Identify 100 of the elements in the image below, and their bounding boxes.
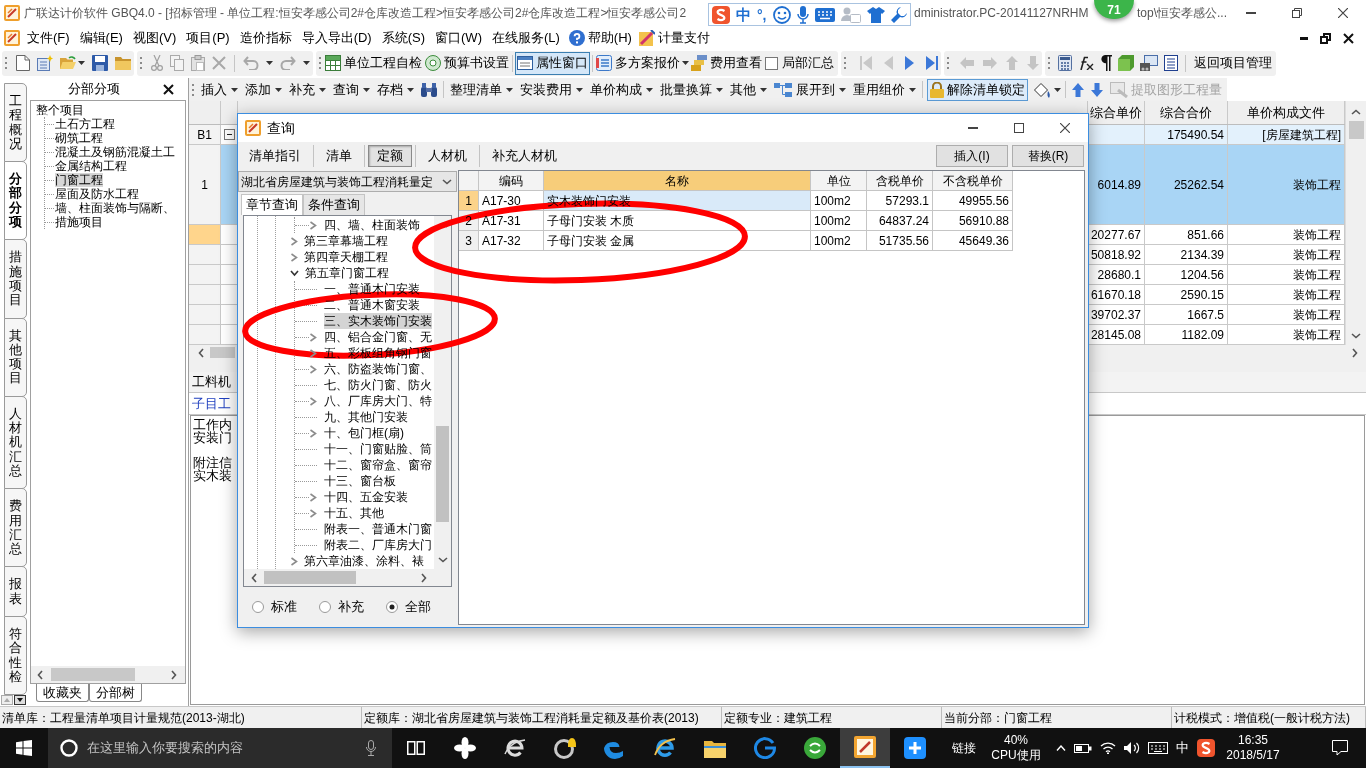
scroll-down-icon[interactable]: [1351, 333, 1361, 339]
radio-option[interactable]: 全部: [386, 597, 431, 617]
table-cell[interactable]: A17-31: [482, 213, 521, 228]
tree-item[interactable]: 十一、门窗贴脸、筒: [324, 441, 432, 457]
panel-tab[interactable]: 工料机: [192, 372, 231, 392]
chevron-right-icon[interactable]: [290, 252, 298, 262]
tree-item[interactable]: 十四、五金安装: [324, 489, 408, 505]
tab[interactable]: 清单指引: [240, 145, 310, 167]
menu-item[interactable]: 窗口(W): [431, 28, 486, 48]
tree-item[interactable]: 第三章幕墙工程: [304, 233, 388, 249]
paste-icon[interactable]: [191, 55, 205, 71]
panel-tab[interactable]: 分部树: [89, 684, 142, 702]
row-header[interactable]: B1: [189, 125, 221, 145]
restore-icon[interactable]: [1292, 8, 1302, 18]
dropdown-button[interactable]: 重用组价: [851, 79, 918, 100]
display-icon[interactable]: [1140, 55, 1158, 71]
app-menu-icon[interactable]: [4, 30, 20, 46]
horizontal-scrollbar[interactable]: [31, 666, 185, 683]
chevron-up-icon[interactable]: [1056, 745, 1066, 751]
menu-item[interactable]: 造价指标: [235, 28, 296, 48]
property-window-button[interactable]: 属性窗口: [515, 51, 590, 75]
grip-handle-icon[interactable]: [140, 56, 142, 70]
radio-option[interactable]: 补充: [319, 597, 364, 617]
budget-settings-button[interactable]: 预算书设置: [424, 51, 510, 75]
chevron-down-icon[interactable]: [290, 269, 299, 277]
collapse-icon[interactable]: [223, 129, 235, 140]
caret-icon[interactable]: [303, 61, 310, 65]
tab[interactable]: 清单: [317, 145, 361, 167]
next-icon[interactable]: [905, 56, 914, 70]
list-icon[interactable]: [1164, 55, 1178, 71]
restore-icon[interactable]: [1320, 32, 1331, 44]
vertical-scrollbar[interactable]: [434, 216, 451, 569]
chevron-right-icon[interactable]: [309, 428, 317, 438]
shirt-icon[interactable]: [866, 6, 885, 23]
row-header[interactable]: 1: [459, 191, 479, 211]
microphone-icon[interactable]: [796, 5, 809, 24]
wifi-icon[interactable]: [1100, 742, 1116, 754]
row-header[interactable]: 3: [459, 231, 479, 251]
tree-item[interactable]: 十、包门框(扇): [324, 425, 404, 441]
tab[interactable]: 定额: [368, 145, 412, 167]
tree-item[interactable]: 四、墙、柱面装饰: [324, 217, 420, 233]
chevron-right-icon[interactable]: [309, 492, 317, 502]
scroll-down-icon[interactable]: [437, 557, 448, 563]
vertical-scrollbar[interactable]: [1345, 101, 1366, 345]
dropdown-button[interactable]: 安装费用: [518, 79, 585, 100]
chevron-right-icon[interactable]: [309, 396, 317, 406]
tree-item[interactable]: 二、普通木窗安装: [324, 297, 420, 313]
tree-item[interactable]: 金属结构工程: [55, 159, 127, 173]
close-icon[interactable]: [1338, 8, 1348, 18]
dropdown-button[interactable]: 补充: [287, 79, 328, 100]
scrollbar-thumb[interactable]: [51, 668, 135, 681]
tab[interactable]: 章节查询: [241, 194, 303, 215]
side-tab[interactable]: 其他项目: [4, 317, 27, 397]
clock-time[interactable]: 16:35: [1238, 733, 1268, 748]
side-tab[interactable]: 报表: [4, 566, 27, 617]
dialog-button[interactable]: 插入(I): [936, 145, 1008, 167]
scroll-right-icon[interactable]: [171, 669, 177, 680]
scrollbar-thumb[interactable]: [210, 347, 235, 358]
tree-item[interactable]: 九、其他门安装: [324, 409, 408, 425]
save-icon[interactable]: [92, 55, 108, 71]
tab[interactable]: 人材机: [419, 145, 476, 167]
side-tab[interactable]: 工程概况: [4, 83, 27, 163]
panel-tab[interactable]: 收藏夹: [36, 684, 89, 702]
cube-icon[interactable]: [1118, 55, 1134, 71]
caret-icon[interactable]: [266, 61, 273, 65]
tree-item[interactable]: 土石方工程: [55, 117, 115, 131]
up-arrow-icon[interactable]: [1072, 82, 1084, 97]
keyboard-icon[interactable]: [1148, 742, 1168, 754]
calculator-icon[interactable]: [1058, 55, 1072, 71]
menu-item[interactable]: 帮助(H): [584, 28, 635, 48]
chevron-right-icon[interactable]: [309, 348, 317, 358]
table-cell[interactable]: A17-30: [482, 193, 521, 208]
side-tab[interactable]: 人材机汇总: [4, 395, 27, 490]
new-file-icon[interactable]: [16, 55, 30, 71]
close-icon[interactable]: [1343, 32, 1354, 44]
tree-item[interactable]: 第六章油漆、涂料、裱: [304, 553, 424, 569]
column-header[interactable]: 名称: [544, 171, 811, 191]
close-icon[interactable]: [163, 83, 174, 95]
column-header[interactable]: 综合合价: [1145, 101, 1228, 124]
last-record-icon[interactable]: [926, 56, 938, 70]
row-header[interactable]: 1: [189, 145, 221, 225]
grip-handle-icon[interactable]: [1048, 56, 1050, 70]
table-cell[interactable]: 45649.36: [958, 233, 1009, 248]
scrollbar-thumb[interactable]: [436, 426, 449, 522]
tree-item[interactable]: 附表二、厂库房大门: [324, 537, 432, 553]
dropdown-button[interactable]: 添加: [243, 79, 284, 100]
dropdown-button[interactable]: 查询: [331, 79, 372, 100]
chevron-right-icon[interactable]: [309, 508, 317, 518]
library-dropdown[interactable]: 湖北省房屋建筑与装饰工程消耗量定: [238, 171, 457, 192]
dropdown-button[interactable]: 展开到: [772, 79, 848, 100]
new-document-icon[interactable]: [37, 55, 53, 71]
tree-item[interactable]: 混凝土及钢筋混凝土工: [55, 145, 175, 159]
grip-handle-icon[interactable]: [947, 56, 949, 70]
tree-item[interactable]: 十五、其他: [324, 505, 384, 521]
unlock-button[interactable]: 解除清单锁定: [927, 78, 1028, 101]
side-tab[interactable]: 措施项目: [4, 239, 27, 319]
minimize-icon[interactable]: [1300, 36, 1308, 40]
tree-item[interactable]: 第四章天棚工程: [304, 249, 388, 265]
punctuation-toggle[interactable]: °,: [757, 7, 767, 22]
down-arrow-icon[interactable]: [1091, 82, 1103, 97]
